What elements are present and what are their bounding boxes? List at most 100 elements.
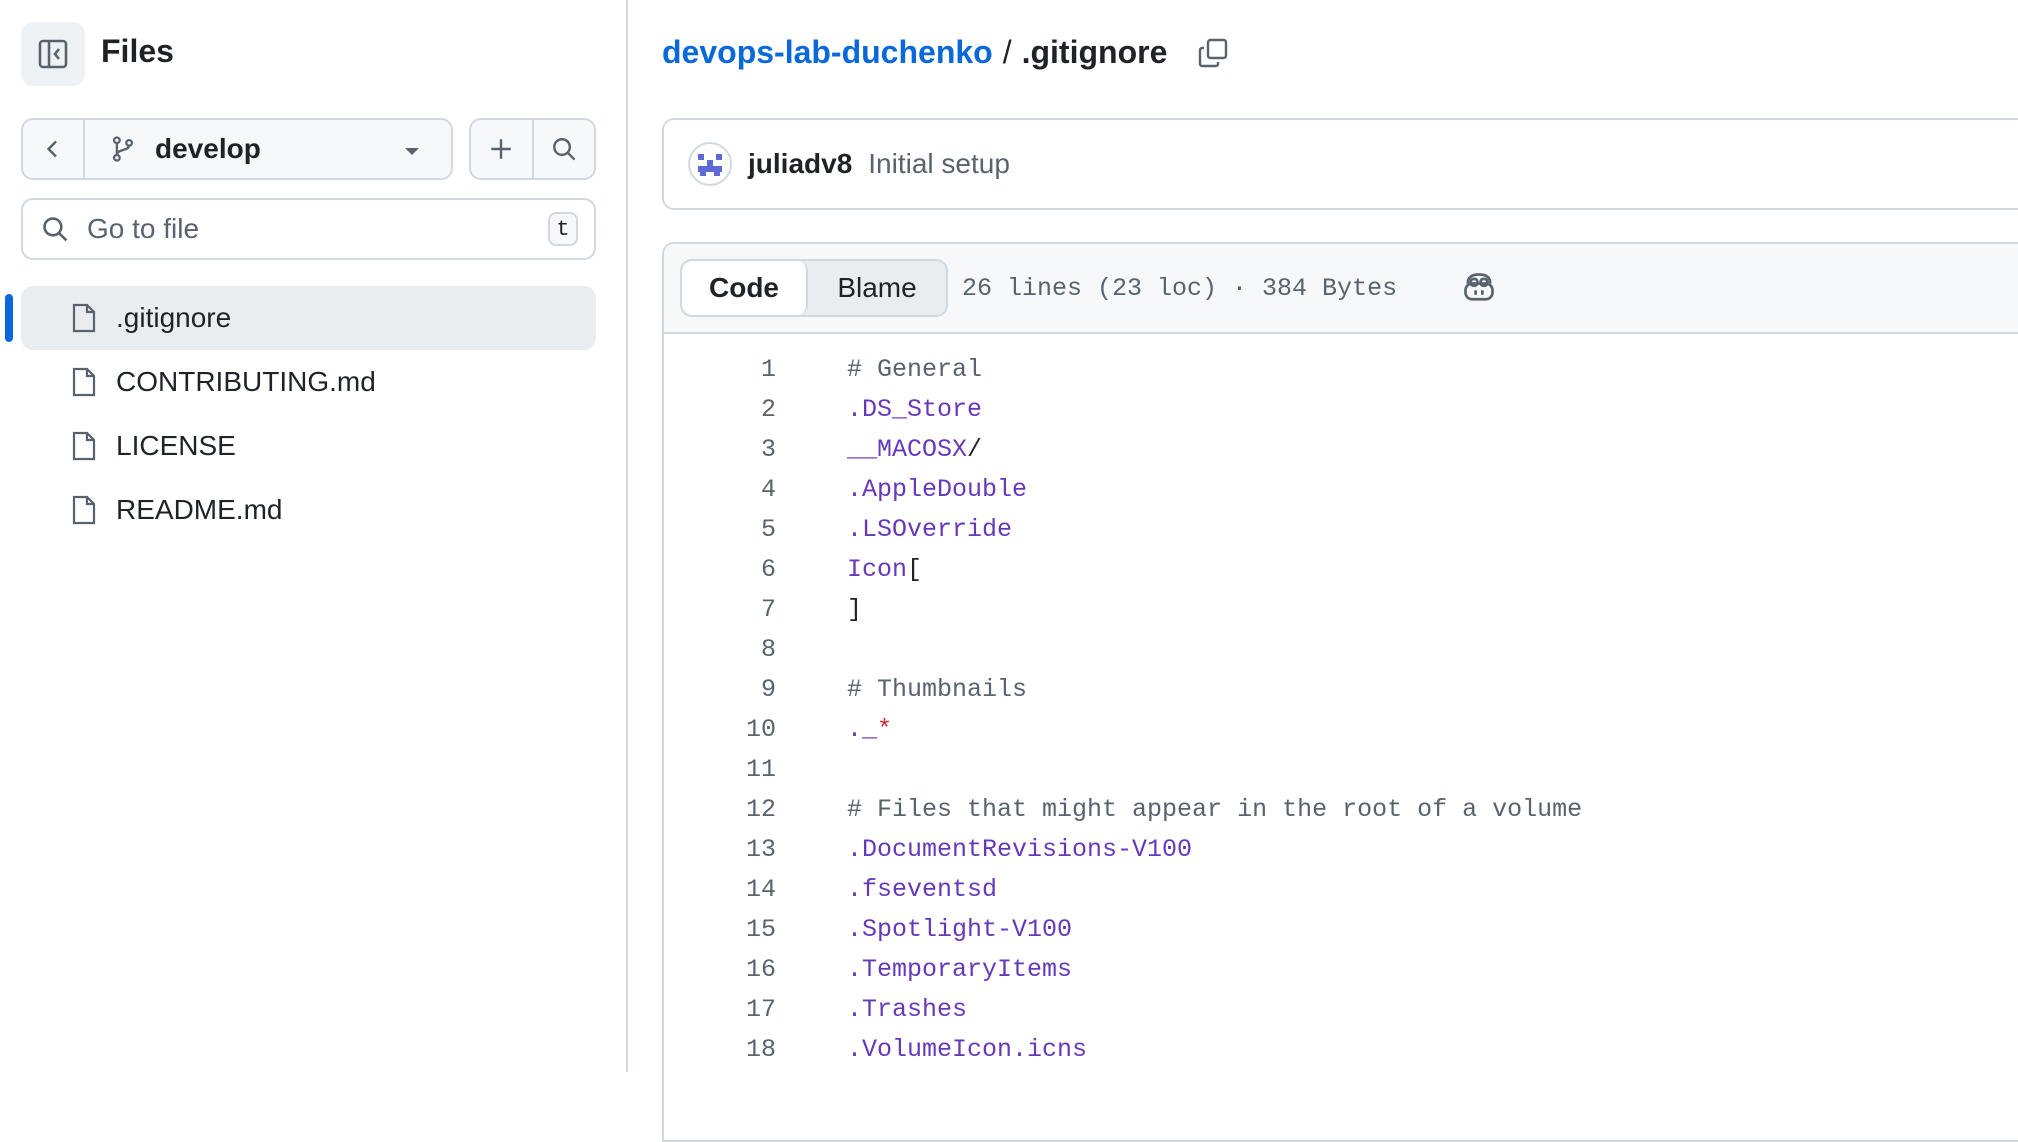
line-content: .LSOverride [847, 515, 1012, 544]
code-line: 7] [664, 589, 2018, 629]
code-token: # Files that might appear in the root of… [847, 794, 1583, 824]
line-number[interactable]: 14 [664, 875, 776, 904]
code-token: .Trashes [847, 994, 968, 1024]
branch-name: develop [155, 133, 261, 164]
line-content: .fseventsd [847, 875, 997, 904]
sidebar-collapse-icon [38, 39, 68, 69]
file-name: README.md [116, 494, 283, 525]
sidebar-title: Files [101, 33, 174, 69]
file-item-contributing[interactable]: CONTRIBUTING.md [21, 350, 596, 414]
code-token: .DS_Store [847, 394, 983, 424]
go-to-file-input[interactable]: Go to file t [21, 198, 596, 260]
file-name: CONTRIBUTING.md [116, 366, 376, 397]
code-token: * [877, 714, 893, 744]
line-number[interactable]: 4 [664, 475, 776, 504]
repo-link[interactable]: devops-lab-duchenko [662, 34, 993, 71]
line-content: Icon[ [847, 555, 922, 584]
code-line: 2 .DS_Store [664, 389, 2018, 429]
code-line: 11 [664, 749, 2018, 789]
code-token: .LSOverride [847, 514, 1013, 544]
tab-code[interactable]: Code [682, 261, 808, 315]
go-to-file-placeholder: Go to file [87, 213, 200, 244]
code-lines: 1 # General 2 .DS_Store 3 __MACOSX/4 .AppleDou… [664, 334, 2018, 1069]
line-number[interactable]: 15 [664, 915, 776, 944]
code-line: 10 ._* [664, 709, 2018, 749]
code-line: 9 # Thumbnails [664, 669, 2018, 709]
collapse-sidebar-button[interactable] [21, 22, 85, 86]
code-line: 15 .Spotlight-V100 [664, 909, 2018, 949]
breadcrumb-separator: / [1002, 34, 1012, 70]
breadcrumb: devops-lab-duchenko / .gitignore [662, 34, 1229, 71]
line-number[interactable]: 9 [664, 675, 776, 704]
file-item-readme[interactable]: README.md [21, 478, 596, 542]
line-number[interactable]: 12 [664, 795, 776, 824]
plus-icon [491, 139, 511, 159]
file-list: .gitignore CONTRIBUTING.md LICENSE READM… [0, 286, 628, 542]
code-token: ._ [847, 714, 878, 744]
code-line: 1 # General [664, 349, 2018, 389]
code-line: 3 __MACOSX/ [664, 429, 2018, 469]
copilot-button[interactable] [1461, 270, 1497, 306]
line-number[interactable]: 18 [664, 1035, 776, 1064]
search-button[interactable] [534, 120, 595, 178]
branch-selector[interactable]: develop [85, 120, 451, 178]
file-icon [70, 302, 98, 334]
line-number[interactable]: 11 [664, 755, 776, 784]
code-line: 5 .LSOverride [664, 509, 2018, 549]
code-line: 12 # Files that might appear in the root … [664, 789, 2018, 829]
tab-blame[interactable]: Blame [808, 261, 946, 315]
line-content: # General [847, 355, 982, 384]
file-view: devops-lab-duchenko / .gitignore juliadv… [630, 0, 2018, 1142]
line-number[interactable]: 1 [664, 355, 776, 384]
line-number[interactable]: 6 [664, 555, 776, 584]
line-content: .Spotlight-V100 [847, 915, 1072, 944]
code-token: .TemporaryItems [847, 954, 1073, 984]
latest-commit: juliadv8 Initial setup [662, 118, 2018, 210]
code-token: .Spotlight-V100 [847, 914, 1073, 944]
search-icon [41, 215, 69, 243]
file-actions [469, 118, 596, 180]
line-number[interactable]: 13 [664, 835, 776, 864]
back-button[interactable] [23, 120, 85, 178]
line-content: ._* [847, 715, 892, 744]
code-line: 8 [664, 629, 2018, 669]
commit-message[interactable]: Initial setup [868, 148, 1010, 180]
code-token: Icon [847, 554, 908, 584]
line-number[interactable]: 2 [664, 395, 776, 424]
line-content: .DS_Store [847, 395, 982, 424]
chevron-left-icon [46, 140, 57, 158]
line-number[interactable]: 7 [664, 595, 776, 624]
code-line: 18 .VolumeIcon.icns [664, 1029, 2018, 1069]
line-number[interactable]: 3 [664, 435, 776, 464]
code-token: ] [847, 594, 863, 624]
code-token: / [967, 434, 983, 464]
code-line: 16 .TemporaryItems [664, 949, 2018, 989]
avatar[interactable] [688, 142, 732, 186]
copilot-icon [1464, 273, 1494, 301]
file-item-license[interactable]: LICENSE [21, 414, 596, 478]
shortcut-key-hint: t [548, 212, 578, 246]
current-file-name: .gitignore [1021, 34, 1168, 70]
git-branch-icon [109, 135, 137, 163]
caret-down-icon [403, 144, 421, 162]
copy-path-button[interactable] [1197, 37, 1229, 69]
commit-author[interactable]: juliadv8 [748, 148, 852, 180]
line-content: .AppleDouble [847, 475, 1027, 504]
line-content: .TemporaryItems [847, 955, 1072, 984]
file-icon [70, 494, 98, 526]
file-name: LICENSE [116, 430, 236, 461]
code-token: .VolumeIcon.icns [847, 1034, 1088, 1064]
code-line: 4 .AppleDouble [664, 469, 2018, 509]
line-number[interactable]: 10 [664, 715, 776, 744]
line-number[interactable]: 17 [664, 995, 776, 1024]
file-item-gitignore[interactable]: .gitignore [5, 286, 596, 350]
code-token: .fseventsd [847, 874, 998, 904]
file-name: .gitignore [116, 302, 232, 333]
line-number[interactable]: 16 [664, 955, 776, 984]
copy-icon [1199, 38, 1228, 67]
add-file-button[interactable] [471, 120, 534, 178]
code-token: # Thumbnails [847, 674, 1028, 704]
code-line: 6 Icon[ [664, 549, 2018, 589]
line-number[interactable]: 5 [664, 515, 776, 544]
line-number[interactable]: 8 [664, 635, 776, 664]
